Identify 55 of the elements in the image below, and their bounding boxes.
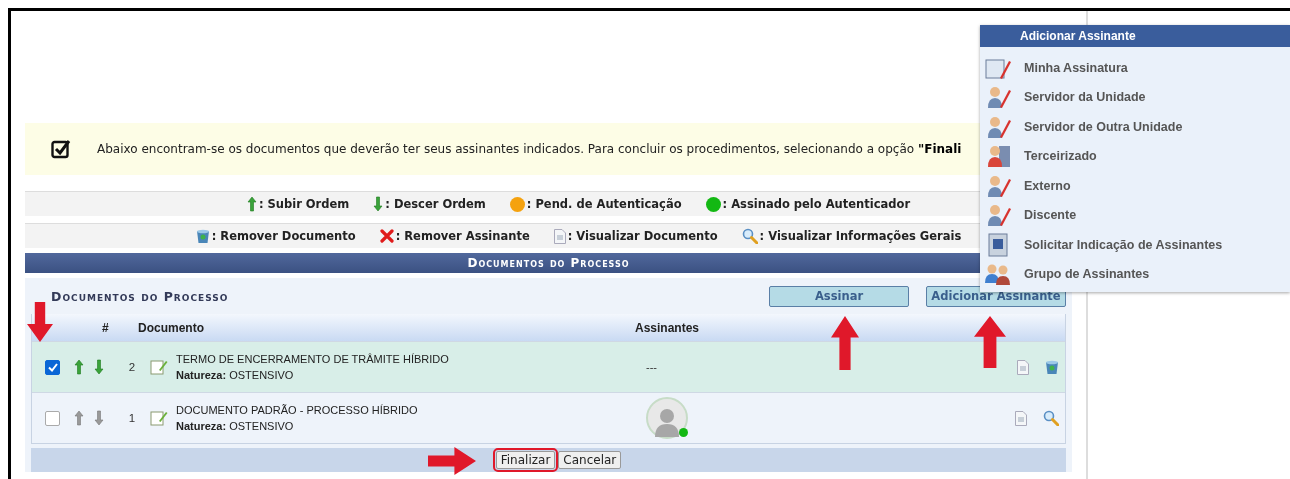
column-header: # <box>102 320 110 335</box>
instruction-text: Abaixo encontram-se os documentos que deverão ter seus assinantes indicados. Para concluir os procedimentos, selecionando a opção "Finali <box>97 142 962 156</box>
menu-item[interactable]: Servidor da Unidade <box>980 82 1290 112</box>
down-arrow-icon <box>94 410 104 426</box>
panel-title: Documentos do Processo <box>51 288 230 304</box>
legend-label: : Remover Documento <box>211 229 356 243</box>
person-silhouette-icon <box>655 407 679 437</box>
annotation-arrow <box>831 316 859 370</box>
menu-item[interactable]: Externo <box>980 171 1290 201</box>
signers-text: --- <box>646 361 657 373</box>
legend-label: : Visualizar Informações Gerais <box>759 229 962 243</box>
row-checkbox[interactable] <box>45 359 60 375</box>
legend-label: : Visualizar Documento <box>567 229 718 243</box>
menu-item[interactable]: Terceirizado <box>980 141 1290 171</box>
document-icon[interactable] <box>1015 410 1027 426</box>
annotation-arrow <box>428 447 476 475</box>
action-button[interactable]: Assinar <box>769 285 909 307</box>
edit-document-icon <box>150 409 168 427</box>
trash-icon <box>195 228 210 244</box>
form-button[interactable]: Cancelar <box>558 451 622 469</box>
row-checkbox[interactable] <box>45 410 60 426</box>
trash-icon[interactable] <box>1045 359 1059 375</box>
checkbox-icon <box>51 139 71 159</box>
document-title: DOCUMENTO PADRÃO - PROCESSO HÍBRIDO <box>176 404 419 416</box>
legend-label: : Descer Ordem <box>385 197 486 211</box>
edit-document-icon <box>150 358 168 376</box>
legend-label: : Remover Assinante <box>395 229 530 243</box>
row-number: 2 <box>127 361 137 373</box>
legend-label: : Subir Ordem <box>258 197 350 211</box>
document-icon <box>553 228 566 244</box>
table-row[interactable]: 2 TERMO DE ENCERRAMENTO DE TRÂMITE HÍBRIDO Natureza: OSTENSIVO --- <box>32 341 1065 392</box>
column-header: Assinantes <box>635 320 700 335</box>
up-arrow-icon[interactable] <box>246 196 257 212</box>
annotation-arrow <box>974 316 1006 368</box>
up-arrow-icon[interactable] <box>74 359 84 375</box>
search-icon <box>741 228 758 244</box>
annotation-arrow <box>27 302 53 342</box>
search-icon[interactable] <box>1043 410 1059 426</box>
menu-title: Adicionar Assinante <box>980 25 1290 47</box>
row-number: 1 <box>127 412 137 424</box>
menu-item[interactable]: Discente <box>980 200 1290 230</box>
document-nature: Natureza: OSTENSIVO <box>176 369 295 381</box>
up-arrow-icon <box>74 410 84 426</box>
form-button[interactable]: Finalizar <box>495 451 556 469</box>
down-arrow-icon[interactable] <box>94 359 104 375</box>
cross-icon <box>379 229 394 243</box>
document-title: TERMO DE ENCERRAMENTO DE TRÂMITE HÍBRIDO <box>176 353 450 365</box>
menu-item[interactable]: Minha Assinatura <box>980 53 1290 83</box>
legend-label: : Pend. de Autenticação <box>526 197 682 211</box>
document-nature: Natureza: OSTENSIVO <box>176 420 295 432</box>
legend-label: : Assinado pelo Autenticador <box>722 197 911 211</box>
menu-item[interactable]: Servidor de Outra Unidade <box>980 112 1290 142</box>
column-header: Documento <box>138 320 205 335</box>
down-arrow-icon[interactable] <box>373 196 384 212</box>
document-icon[interactable] <box>1017 359 1029 375</box>
